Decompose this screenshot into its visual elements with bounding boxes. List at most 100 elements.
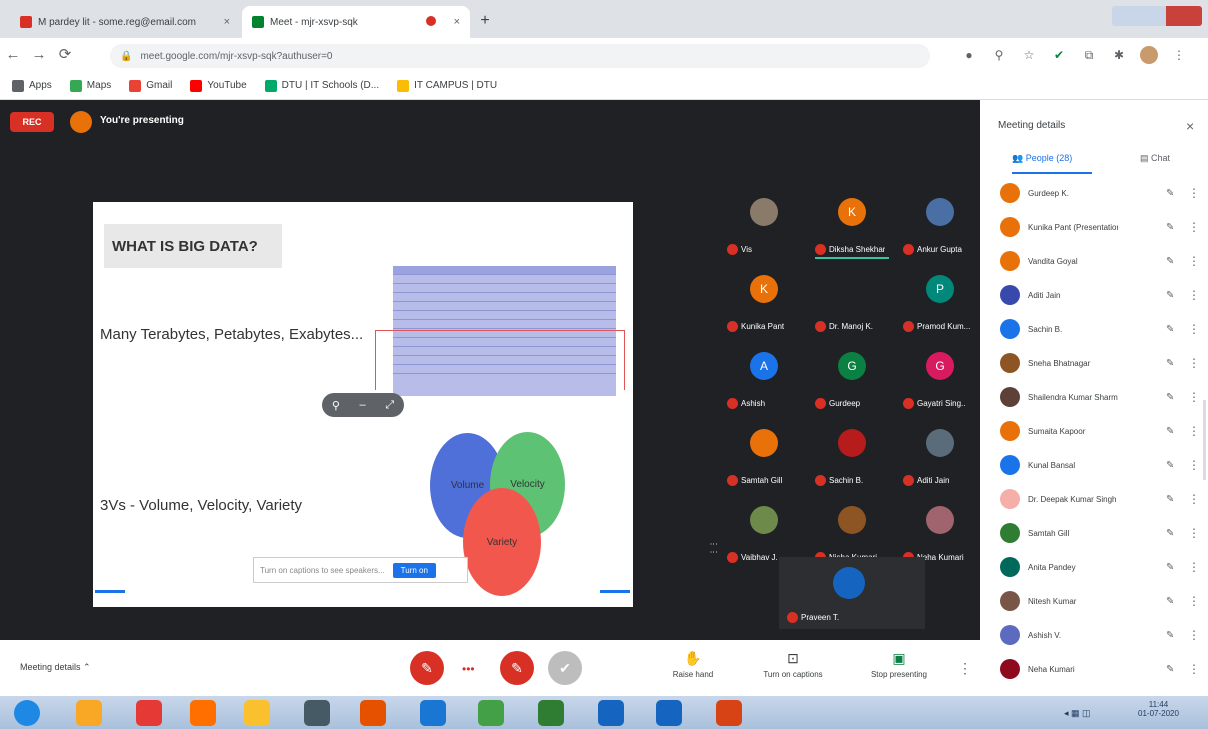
firefox-icon[interactable] [190, 700, 216, 726]
mic-off-icon[interactable]: ✎ [1166, 426, 1180, 437]
window-controls[interactable] [1112, 6, 1202, 26]
end-call-button[interactable]: ✔ [548, 651, 582, 685]
extension-icon[interactable]: ⧉ [1080, 46, 1098, 64]
participant-row[interactable]: Dr. Deepak Kumar Singh ✎ ⋮ [980, 482, 1208, 516]
participant-tile[interactable]: G Gurdeep [809, 342, 895, 419]
more-options-icon[interactable]: ⋮ [1188, 628, 1200, 642]
more-options-icon[interactable]: ⋮ [1188, 288, 1200, 302]
tab-meet[interactable]: Meet - mjr-xsvp-sqk × [242, 6, 470, 38]
word-icon[interactable] [656, 700, 682, 726]
grid-more-icon[interactable]: ⋮⋮ [708, 540, 718, 600]
participant-row[interactable]: Ashish V. ✎ ⋮ [980, 618, 1208, 652]
tab-people[interactable]: 👥 People (28) [1012, 153, 1072, 164]
panel-scrollbar[interactable] [1203, 400, 1206, 480]
mic-off-icon[interactable]: ✎ [1166, 630, 1180, 641]
participant-row[interactable]: Sumaita Kapoor ✎ ⋮ [980, 414, 1208, 448]
participant-row[interactable]: Nitesh Kumar ✎ ⋮ [980, 584, 1208, 618]
more-options-icon[interactable]: ⋮ [1188, 356, 1200, 370]
participant-row[interactable]: Neha Kumari ✎ ⋮ [980, 652, 1208, 686]
check-icon[interactable]: ✔ [1050, 46, 1068, 64]
participant-tile[interactable]: Sachin B. [809, 419, 895, 496]
close-icon[interactable]: × [454, 16, 460, 28]
explorer-icon[interactable] [76, 700, 102, 726]
mic-off-icon[interactable]: ✎ [1166, 222, 1180, 233]
powerpoint-icon[interactable] [716, 700, 742, 726]
more-options-icon[interactable]: ⋮ [1188, 322, 1200, 336]
mic-off-icon[interactable]: ✎ [1166, 460, 1180, 471]
participant-tile[interactable]: Ankur Gupta [897, 188, 983, 265]
captions-button[interactable]: ⊡ Turn on captions [758, 650, 828, 679]
more-options-icon[interactable]: ⋮ [1188, 424, 1200, 438]
mic-off-icon[interactable]: ✎ [1166, 358, 1180, 369]
search-icon[interactable]: ⚲ [332, 399, 340, 412]
participant-tile[interactable]: K Diksha Shekhar [809, 188, 895, 265]
media-icon[interactable] [360, 700, 386, 726]
meeting-details-button[interactable]: Meeting details ⌃ [20, 662, 91, 673]
more-options-icon[interactable]: ⋮ [1188, 458, 1200, 472]
participant-row[interactable]: Sachin B. ✎ ⋮ [980, 312, 1208, 346]
address-bar[interactable]: 🔒 meet.google.com/mjr-xsvp-sqk?authuser=… [110, 44, 930, 68]
mic-off-icon[interactable]: ✎ [1166, 494, 1180, 505]
bookmark-gmail[interactable]: Gmail [129, 79, 172, 92]
more-options-icon[interactable]: ⋮ [1188, 186, 1200, 200]
app-icon[interactable] [304, 700, 330, 726]
back-icon[interactable]: ← [0, 42, 26, 68]
more-options-icon[interactable]: ⋮ [1188, 492, 1200, 506]
bookmark-itcampus[interactable]: IT CAMPUS | DTU [397, 79, 497, 92]
mic-off-icon[interactable]: ✎ [1166, 324, 1180, 335]
participant-tile[interactable]: Samtah Gill [721, 419, 807, 496]
mic-button[interactable]: ✎ [410, 651, 444, 685]
ie-icon[interactable] [420, 700, 446, 726]
participant-row[interactable]: Vandita Goyal ✎ ⋮ [980, 244, 1208, 278]
mic-off-icon[interactable]: ✎ [1166, 290, 1180, 301]
participant-tile[interactable]: A Ashish [721, 342, 807, 419]
bookmark-youtube[interactable]: YouTube [190, 79, 247, 92]
participant-tile[interactable]: Aditi Jain [897, 419, 983, 496]
menu-icon[interactable]: ⋮ [1170, 46, 1188, 64]
more-options-icon[interactable]: ⋮ [1188, 390, 1200, 404]
participant-tile[interactable]: Dr. Manoj K. [809, 265, 895, 342]
participant-tile[interactable]: Vis [721, 188, 807, 265]
participant-row[interactable]: Samtah Gill ✎ ⋮ [980, 516, 1208, 550]
mic-off-icon[interactable]: ✎ [1166, 664, 1180, 675]
mic-off-icon[interactable]: ✎ [1166, 528, 1180, 539]
new-tab-button[interactable]: + [474, 10, 496, 32]
more-options-icon[interactable]: ⋮ [1188, 594, 1200, 608]
more-options-icon[interactable]: ⋮ [1188, 560, 1200, 574]
participant-row[interactable]: Sneha Bhatnagar ✎ ⋮ [980, 346, 1208, 380]
avatar[interactable] [1140, 46, 1158, 64]
more-options-icon[interactable]: ⋮ [1188, 526, 1200, 540]
more-options-icon[interactable]: ⋮ [958, 660, 972, 677]
start-icon[interactable] [14, 700, 40, 726]
mic-off-icon[interactable]: ✎ [1166, 562, 1180, 573]
puzzle-icon[interactable]: ✱ [1110, 46, 1128, 64]
participant-row[interactable]: Gurdeep K. ✎ ⋮ [980, 176, 1208, 210]
close-icon[interactable]: × [224, 16, 230, 28]
chrome-icon[interactable] [136, 700, 162, 726]
participant-row[interactable]: Aditi Jain ✎ ⋮ [980, 278, 1208, 312]
camera-icon[interactable]: ● [960, 46, 978, 64]
mic-off-icon[interactable]: ✎ [1166, 392, 1180, 403]
tab-chat[interactable]: ▤ Chat [1140, 153, 1170, 164]
excel-icon[interactable] [538, 700, 564, 726]
chrome2-icon[interactable] [478, 700, 504, 726]
bookmark-maps[interactable]: Maps [69, 79, 111, 92]
close-icon[interactable]: × [1186, 118, 1194, 134]
participant-row[interactable]: Kunal Bansal ✎ ⋮ [980, 448, 1208, 482]
reload-icon[interactable]: ⟳ [52, 42, 78, 68]
mic-off-icon[interactable]: ✎ [1166, 188, 1180, 199]
minus-icon[interactable]: – [360, 399, 366, 411]
participant-tile[interactable]: K Kunika Pant [721, 265, 807, 342]
participant-row[interactable]: Kunika Pant (Presentation) ✎ ⋮ [980, 210, 1208, 244]
tab-gmail[interactable]: M pardey lit - some.reg@email.com × [10, 6, 240, 38]
raise-hand-button[interactable]: ✋ Raise hand [668, 650, 718, 679]
turn-on-captions-button[interactable]: Turn on [392, 562, 436, 578]
star-icon[interactable]: ☆ [1020, 46, 1038, 64]
bookmark-dtu[interactable]: DTU | IT Schools (D... [264, 79, 379, 92]
slide-controls[interactable]: ⚲ – ⤢ [322, 393, 404, 417]
folder-icon[interactable] [244, 700, 270, 726]
bookmark-apps[interactable]: Apps [12, 79, 52, 92]
more-options-icon[interactable]: ⋮ [1188, 662, 1200, 676]
expand-icon[interactable]: ⤢ [385, 399, 394, 412]
participant-tile[interactable]: P Pramod Kum... [897, 265, 983, 342]
